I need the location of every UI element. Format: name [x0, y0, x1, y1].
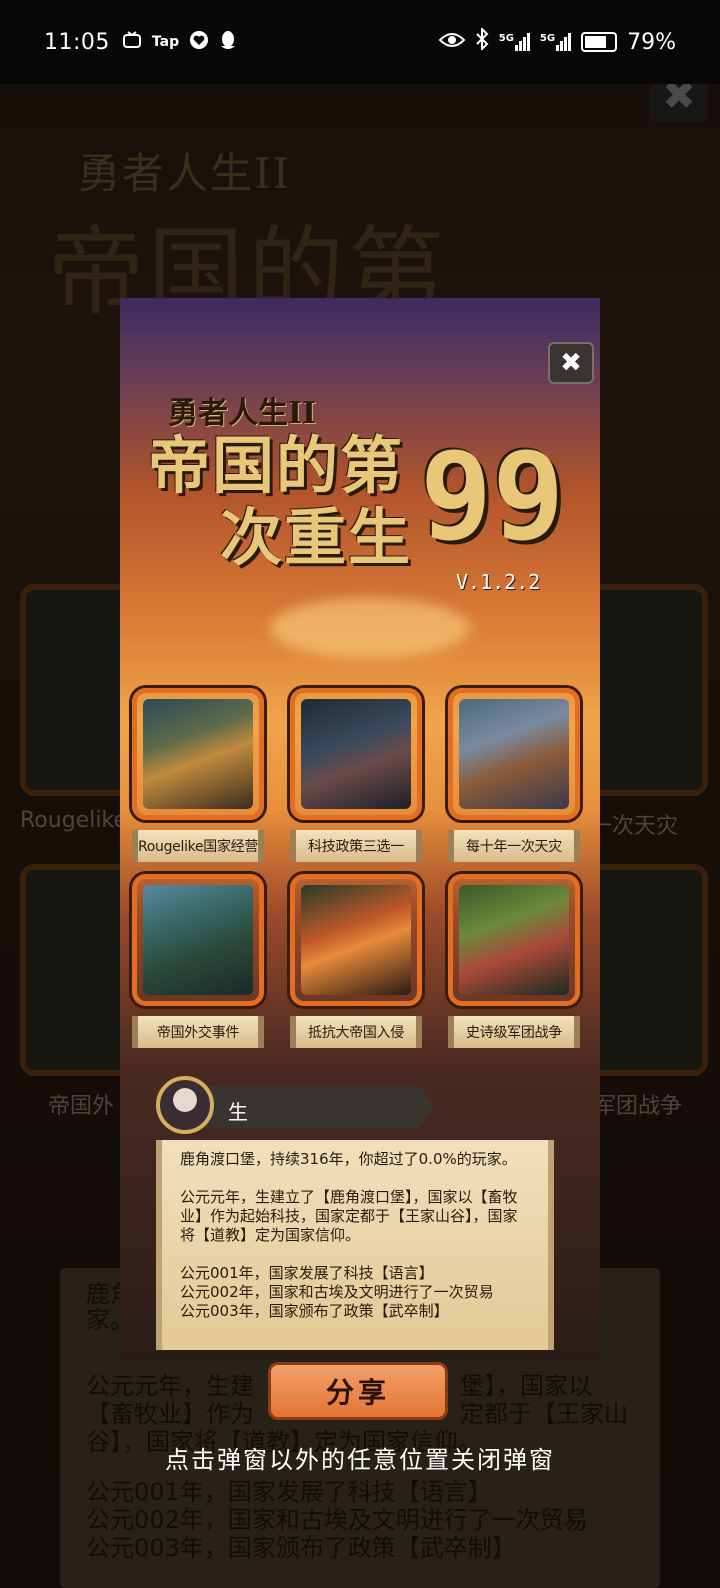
logo-number: 99: [420, 428, 565, 567]
feature-label: 抵抗大帝国入侵: [290, 1016, 422, 1048]
feature-label: 每十年一次天灾: [448, 830, 580, 862]
status-time: 11:05: [44, 29, 110, 55]
avatar: [156, 1076, 214, 1134]
knight-statue-art: [290, 688, 422, 820]
share-popup: ✖ 勇者人生II 帝国的第 次重生 99 V.1.2.2 Rougelike国家…: [120, 298, 600, 1360]
feature-card: 抵抗大帝国入侵: [290, 874, 422, 1048]
report-summary: 鹿角渡口堡，持续316年，你超过了0.0%的玩家。: [180, 1150, 517, 1168]
game-logo: 帝国的第 次重生: [148, 430, 412, 574]
signal-5g-icon: 5G: [499, 33, 530, 51]
warrior-art: [132, 874, 264, 1006]
qq-icon: [219, 30, 237, 54]
status-left-icons: Tap: [122, 30, 237, 54]
close-hint: 点击弹窗以外的任意位置关闭弹窗: [165, 1446, 555, 1474]
signal-5g-icon: 5G: [540, 33, 572, 51]
logo-line-2: 次重生: [220, 501, 413, 574]
logo-subtitle: 勇者人生II: [168, 396, 317, 431]
battery-fill: [585, 36, 607, 48]
feature-label: Rougelike国家经营: [132, 830, 264, 862]
report-entry: 公元002年，国家和古埃及文明进行了一次贸易: [180, 1283, 494, 1301]
feature-card: Rougelike国家经营: [132, 688, 264, 862]
close-icon[interactable]: ✖: [548, 342, 594, 384]
status-right: 5G 5G 79%: [438, 26, 676, 56]
share-button[interactable]: 分享: [268, 1362, 448, 1420]
eye-icon: [438, 30, 466, 55]
feature-label: 史诗级军团战争: [448, 1016, 580, 1048]
status-bar: 11:05 Tap 5G 5G 79%: [0, 0, 720, 84]
feature-card: 帝国外交事件: [132, 874, 264, 1048]
tap-icon: Tap: [151, 34, 180, 50]
feature-card: 科技政策三选一: [290, 688, 422, 862]
history-report[interactable]: 鹿角渡口堡，持续316年，你超过了0.0%的玩家。 公元元年，生建立了【鹿角渡口…: [156, 1140, 554, 1350]
report-entry: 公元001年，国家发展了科技【语言】: [180, 1264, 434, 1282]
castle-town-art: [132, 688, 264, 820]
bluetooth-icon: [475, 26, 489, 56]
report-entry: 公元元年，生建立了【鹿角渡口堡】，国家以【畜牧业】作为起始科技，国家定都于【王家…: [180, 1188, 518, 1244]
battle-knights-art: [448, 688, 580, 820]
logo-line-1: 帝国的第: [148, 429, 405, 502]
heart-shield-icon: [189, 30, 209, 54]
feature-card: 史诗级军团战争: [448, 874, 580, 1048]
burning-army-art: [290, 874, 422, 1006]
legion-art: [448, 874, 580, 1006]
battery-percent: 79%: [627, 29, 676, 55]
tv-icon: [122, 31, 142, 53]
battery-icon: [581, 32, 618, 52]
report-entry: 公元003年，国家颁布了政策【武卒制】: [180, 1302, 449, 1320]
sunset-glow: [270, 598, 470, 658]
player-name: 生: [228, 1100, 248, 1124]
feature-label: 帝国外交事件: [132, 1016, 264, 1048]
feature-card: 每十年一次天灾: [448, 688, 580, 862]
version-label: V.1.2.2: [456, 570, 541, 594]
feature-label: 科技政策三选一: [290, 830, 422, 862]
